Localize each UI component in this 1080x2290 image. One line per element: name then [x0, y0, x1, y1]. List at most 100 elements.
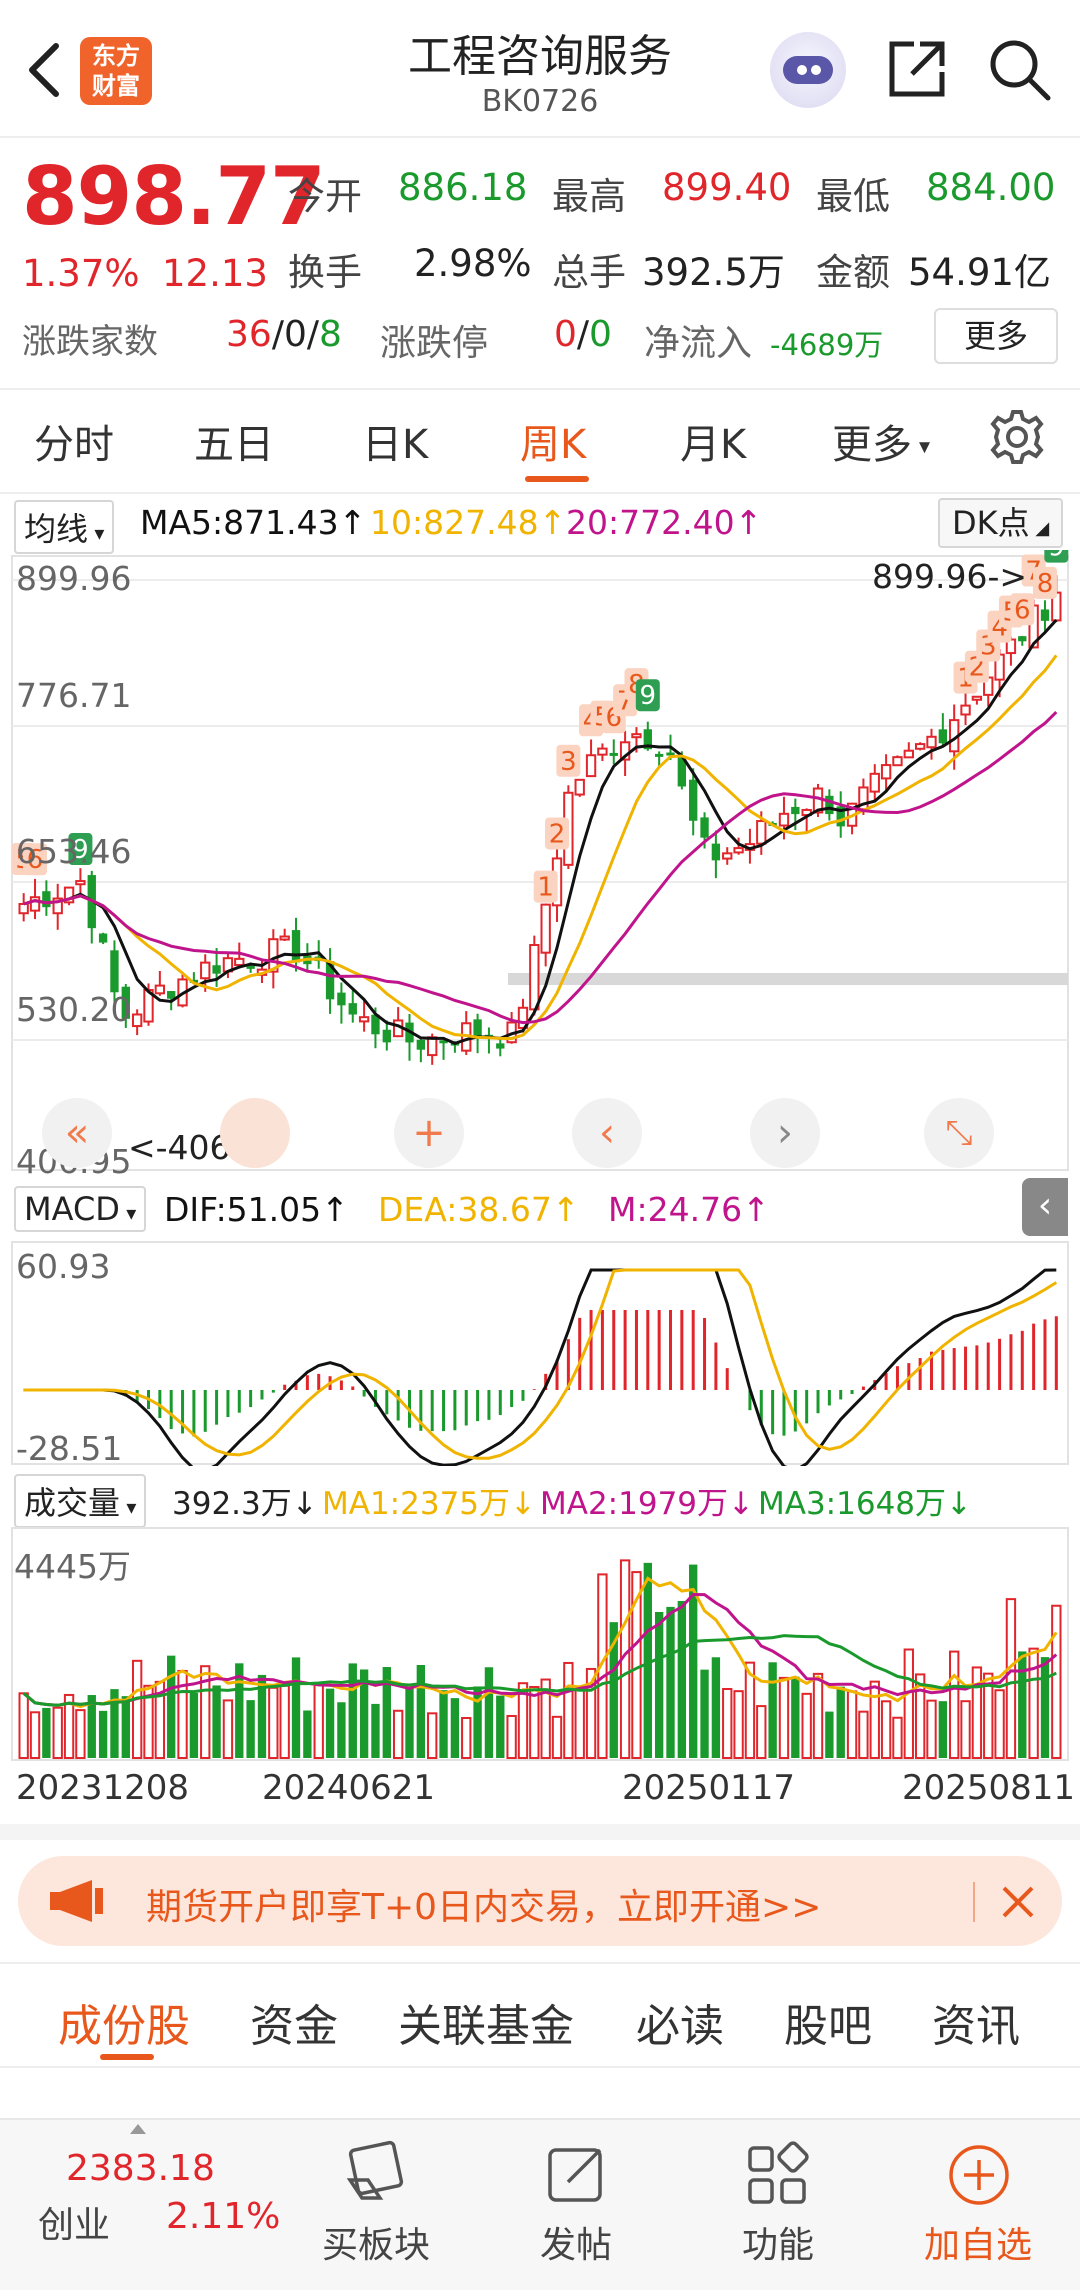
candle-body	[18, 902, 29, 915]
previous-icon[interactable]: ‹	[572, 1098, 642, 1168]
candle-body	[167, 991, 176, 999]
dk-badge-label: 1	[537, 873, 554, 903]
dk-point-toggle[interactable]: DK点 ◢	[938, 498, 1064, 548]
candle-body	[722, 852, 733, 860]
tab-monthly-k[interactable]: 月K	[680, 412, 746, 470]
volume-bar	[722, 1688, 733, 1759]
ma5-legend: MA5:871.43↑	[140, 503, 367, 542]
candle-body	[880, 764, 892, 780]
buy-sector-icon[interactable]	[340, 2140, 410, 2210]
add-watchlist-icon[interactable]	[944, 2140, 1014, 2210]
tab-funds-flow[interactable]: 资金	[250, 1990, 338, 2054]
tab-related-funds[interactable]: 关联基金	[398, 1990, 574, 2054]
post-label[interactable]: 发帖	[540, 2216, 612, 2268]
volume-bar	[971, 1666, 983, 1759]
functions-grid-icon[interactable]	[742, 2140, 812, 2210]
candle-body	[98, 933, 108, 943]
index-ticker[interactable]: 2383.18 创业 2.11%	[0, 2120, 280, 2290]
tab-five-day[interactable]: 五日	[194, 412, 274, 470]
search-icon[interactable]	[986, 36, 1052, 102]
candle-body	[825, 795, 834, 815]
candle-body	[574, 778, 585, 796]
candle-body	[971, 695, 983, 701]
volume-bar	[75, 1709, 86, 1760]
candle-body	[585, 754, 597, 778]
share-icon[interactable]	[884, 36, 950, 102]
section-divider	[0, 1824, 1080, 1840]
tab-news[interactable]: 资讯	[932, 1990, 1020, 2054]
candle-body	[200, 961, 211, 980]
tab-constituents[interactable]: 成份股	[58, 1990, 190, 2054]
volume-bar	[733, 1690, 744, 1760]
tab-intraday[interactable]: 分时	[34, 412, 114, 470]
volume-bar	[506, 1714, 517, 1760]
volume-bar	[222, 1699, 234, 1759]
zoom-in-plus-icon[interactable]: +	[394, 1098, 464, 1168]
breadth-label: 涨跌家数	[22, 322, 158, 362]
candle-body	[914, 743, 926, 750]
zoom-out-icon[interactable]	[220, 1098, 290, 1168]
functions-label[interactable]: 功能	[742, 2216, 814, 2268]
volume-bar	[551, 1715, 563, 1759]
indicator-selector-volume[interactable]: 成交量 ▾	[14, 1474, 147, 1528]
volume-chart	[11, 1527, 1069, 1761]
tab-daily-k[interactable]: 日K	[362, 412, 428, 470]
promo-banner[interactable]: 期货开户即享T+0日内交易，立即开通>>	[18, 1856, 1062, 1946]
netflow-label: 净流入	[644, 323, 753, 364]
compose-post-icon[interactable]	[542, 2140, 612, 2210]
candle-body	[689, 779, 698, 821]
candle-body	[234, 957, 245, 967]
max-price-label: 899.96->	[872, 557, 1028, 596]
volume-bar	[1051, 1604, 1062, 1759]
volume-bar	[880, 1700, 892, 1760]
more-quote-button[interactable]: 更多	[934, 308, 1058, 364]
indicator-selector-ma[interactable]: 均线 ▾	[14, 500, 115, 554]
index-change: 2.11%	[166, 2196, 281, 2237]
candle-body	[1040, 609, 1050, 621]
open-value: 886.18	[398, 166, 528, 209]
change-percent: 1.37%	[22, 252, 140, 295]
tab-must-read[interactable]: 必读	[636, 1990, 724, 2054]
candle-body	[154, 984, 166, 995]
volume-bar	[869, 1680, 880, 1759]
candle-body	[631, 733, 642, 739]
volume-bar	[938, 1701, 948, 1758]
volume-bar	[325, 1688, 335, 1758]
close-icon[interactable]	[998, 1882, 1038, 1922]
scroll-left-fast-icon[interactable]: «	[42, 1098, 112, 1168]
candlestick-chart[interactable]: 569123456789123456789	[0, 550, 1080, 1180]
volume-bar	[949, 1650, 960, 1759]
tab-forum[interactable]: 股吧	[784, 1990, 872, 2054]
macd-y-top: 60.93	[16, 1247, 111, 1286]
volume-bar	[960, 1700, 971, 1759]
candle-body	[427, 1036, 438, 1057]
volume-bar	[1018, 1651, 1027, 1758]
high-value: 899.40	[662, 166, 792, 209]
fullscreen-icon[interactable]: ⤡	[924, 1098, 994, 1168]
volume-bar	[700, 1669, 709, 1758]
tab-weekly-k[interactable]: 周K	[520, 412, 586, 470]
next-icon[interactable]: ›	[750, 1098, 820, 1168]
volume-bar	[405, 1686, 414, 1758]
volume-bar	[529, 1685, 540, 1759]
limit-label: 涨跌停	[380, 323, 489, 364]
settings-gear-icon[interactable]	[986, 406, 1048, 468]
volume-bar	[812, 1672, 824, 1759]
tab-more[interactable]: 更多 ▾	[832, 412, 930, 470]
candle-body	[496, 1043, 505, 1049]
volume-bar	[1005, 1598, 1017, 1759]
assistant-robot-icon[interactable]	[770, 32, 846, 108]
collapse-panel-icon[interactable]: ‹	[1022, 1178, 1068, 1236]
content-tab-indicator	[100, 2054, 154, 2060]
expand-caret-icon	[130, 2124, 146, 2134]
volume-bar	[167, 1655, 176, 1758]
volume-label: 总手	[552, 251, 626, 294]
volume-bar	[994, 1689, 1005, 1759]
indicator-selector-macd[interactable]: MACD ▾	[14, 1186, 147, 1232]
candle-body	[926, 735, 937, 749]
volume-bar	[791, 1676, 800, 1758]
buy-sector-label[interactable]: 买板块	[322, 2216, 430, 2268]
add-watchlist-label[interactable]: 加自选	[924, 2216, 1032, 2268]
promo-text: 期货开户即享T+0日内交易，立即开通>>	[146, 1887, 822, 1928]
volume-bar	[892, 1716, 903, 1760]
